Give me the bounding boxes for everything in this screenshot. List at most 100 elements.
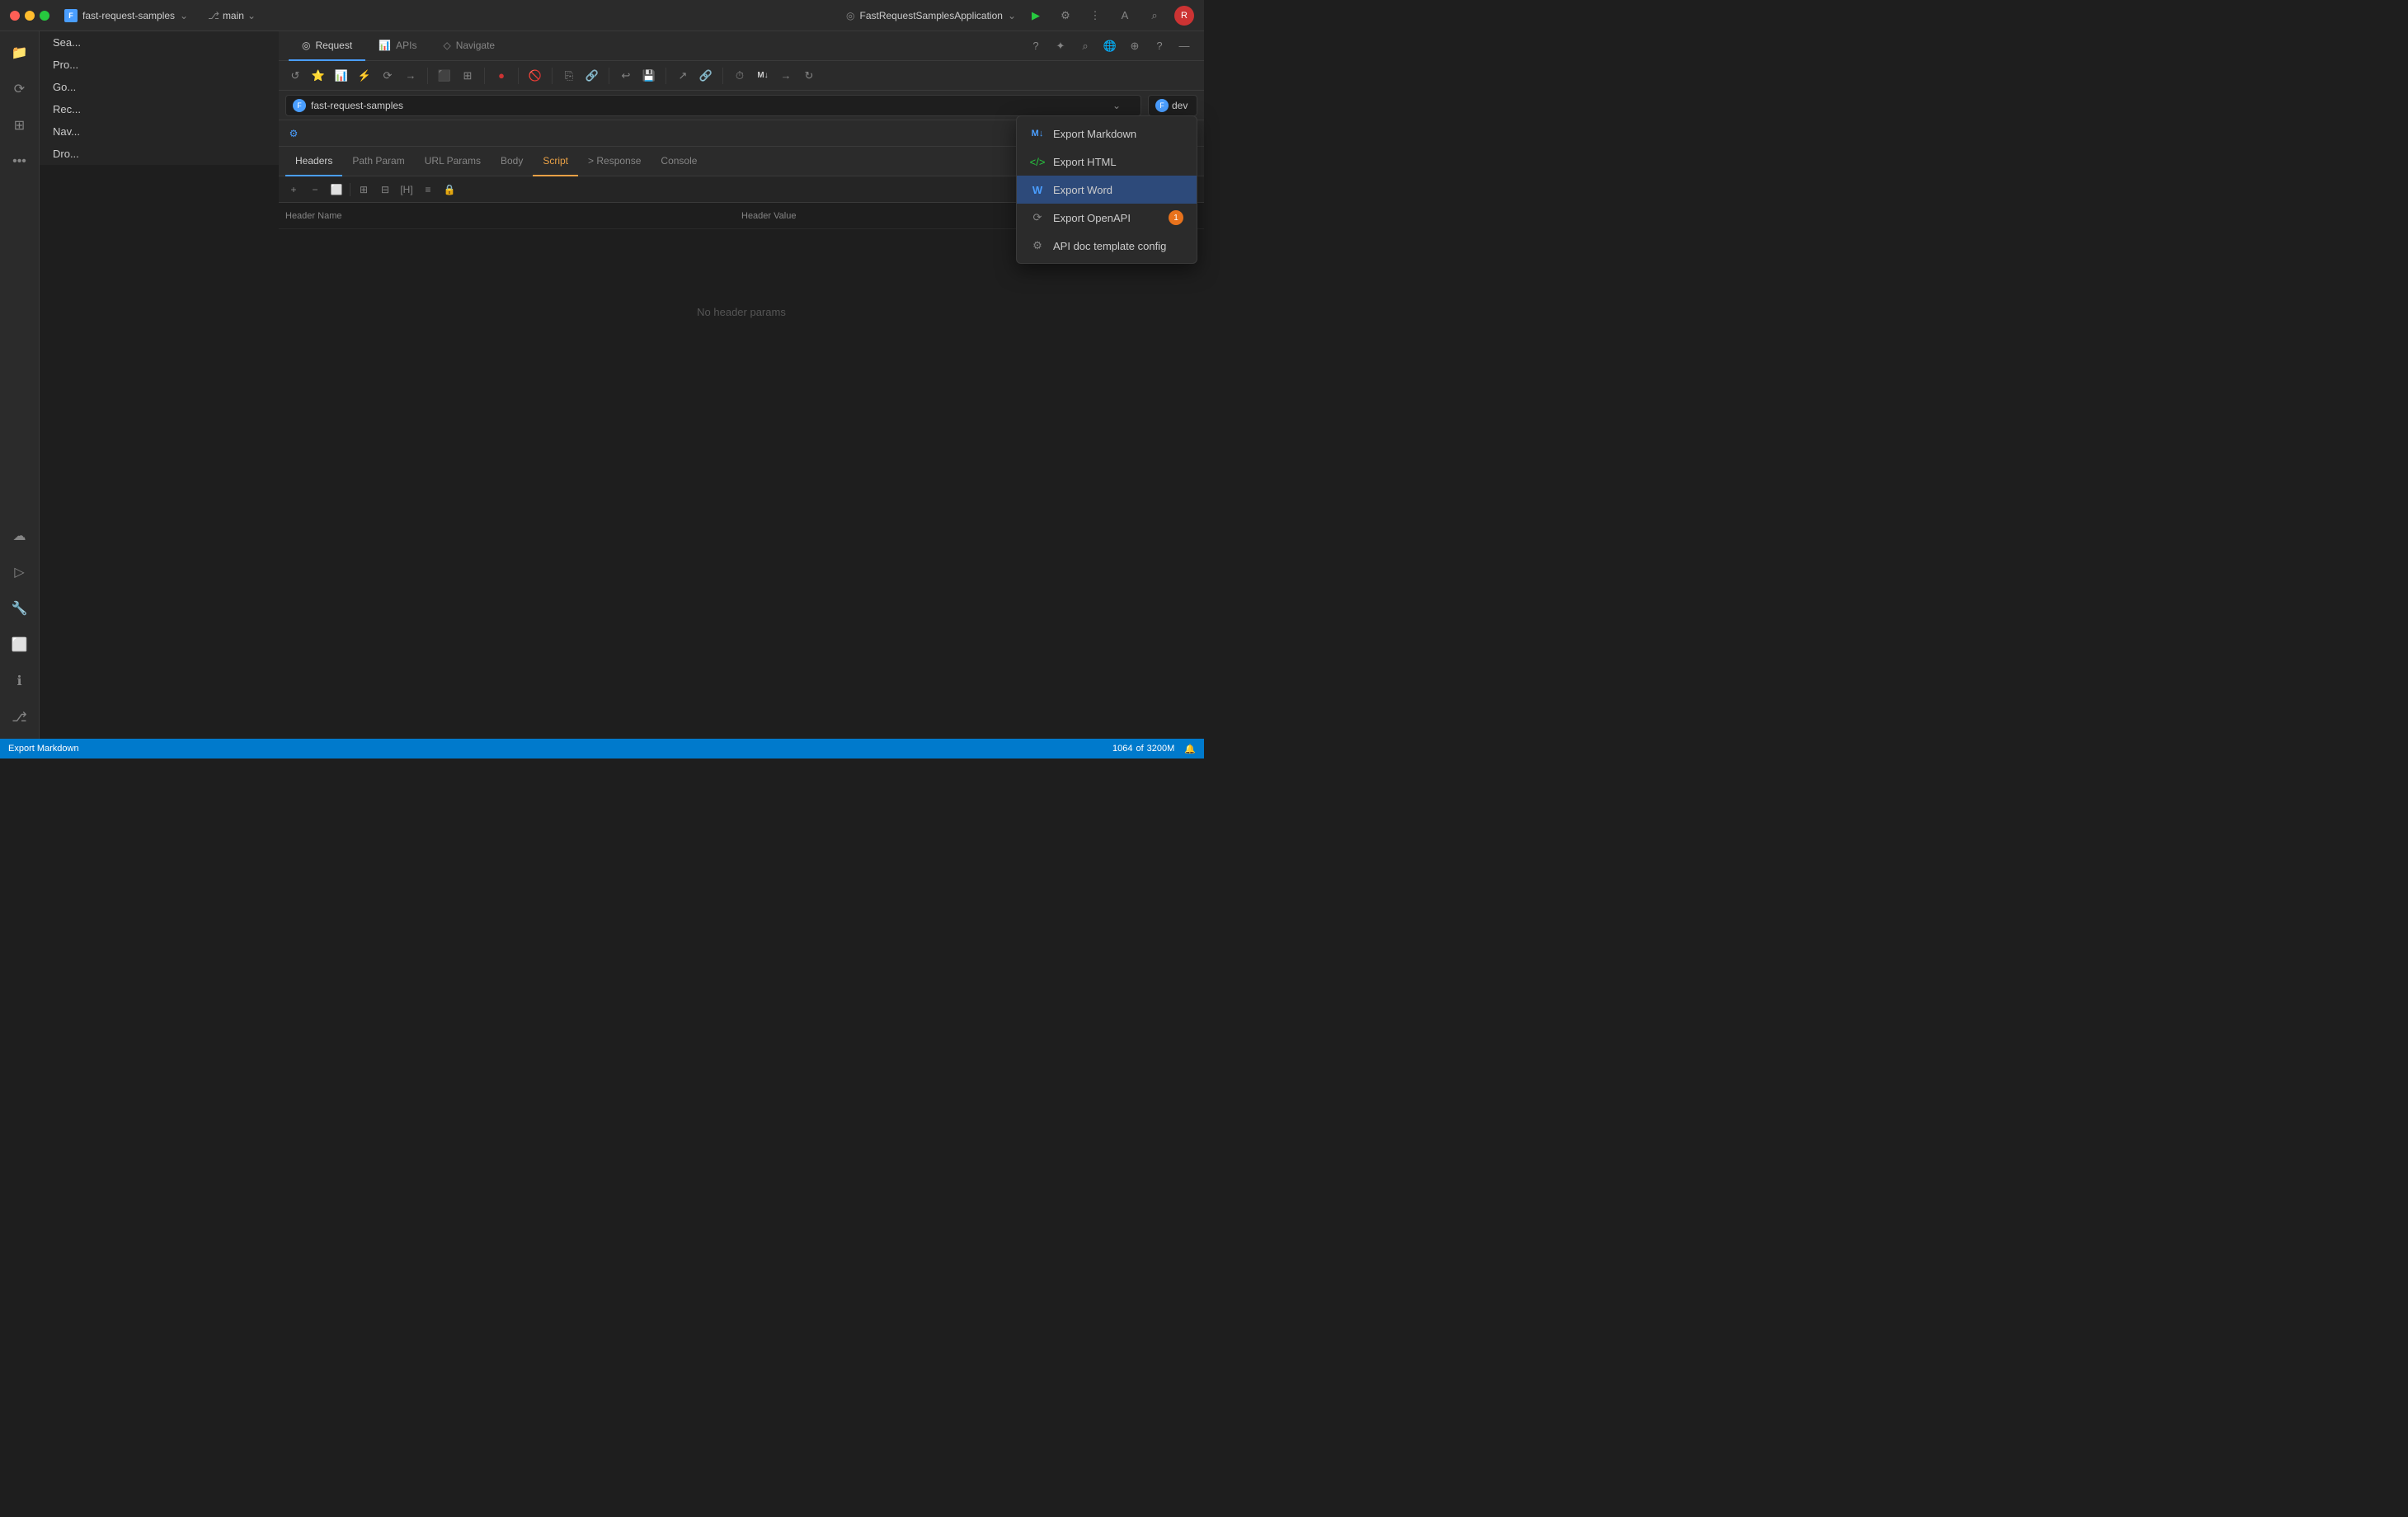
globe-icon[interactable]: 🌐: [1100, 36, 1120, 56]
align-icon[interactable]: ≡: [420, 181, 436, 198]
tab-response[interactable]: > Response: [578, 147, 651, 176]
extensions-icon[interactable]: ⊞: [5, 110, 35, 140]
tab-url-params[interactable]: URL Params: [415, 147, 491, 176]
app-chevron[interactable]: ⌄: [1008, 10, 1016, 21]
lightning-icon[interactable]: ⚡: [355, 66, 374, 86]
status-export-text: Export Markdown: [8, 744, 79, 754]
tab-body[interactable]: Body: [491, 147, 533, 176]
help2-icon[interactable]: ?: [1150, 36, 1169, 56]
project-chevron[interactable]: ⌄: [180, 10, 188, 21]
close-button[interactable]: [10, 11, 20, 21]
link-icon[interactable]: 🔗: [582, 66, 602, 86]
grid-icon[interactable]: ⊞: [458, 66, 477, 86]
link2-icon[interactable]: 🔗: [696, 66, 716, 86]
search-icon2[interactable]: ⌕: [1075, 36, 1095, 56]
search-icon[interactable]: ⌕: [1145, 6, 1164, 26]
loop-icon[interactable]: ⟳: [378, 66, 397, 86]
status-right: 1064 of 3200M 🔔: [1112, 744, 1196, 754]
arrow-icon[interactable]: →: [401, 66, 421, 86]
sidebar-item-go[interactable]: Go...: [40, 76, 279, 98]
cloud-icon[interactable]: ☁: [5, 521, 35, 551]
play-icon[interactable]: ▷: [5, 557, 35, 587]
api-doc-template-item[interactable]: ⚙ API doc template config: [1017, 232, 1197, 260]
terminal-icon[interactable]: ⬜: [5, 630, 35, 660]
maximize-button[interactable]: [40, 11, 49, 21]
ban-icon[interactable]: 🚫: [525, 66, 545, 86]
main-layout: 📁 ⟳ ⊞ ••• ☁ ▷ 🔧 ⬜ ℹ ⎇ Sea... Pro... Go..…: [0, 31, 1204, 739]
tab-console[interactable]: Console: [651, 147, 707, 176]
lock-icon[interactable]: 🔒: [441, 181, 458, 198]
sidebar-item-rec[interactable]: Rec...: [40, 98, 279, 120]
translate-icon[interactable]: A: [1115, 6, 1135, 26]
stop-icon[interactable]: ⬛: [435, 66, 454, 86]
sep1: [427, 68, 428, 84]
columns-icon[interactable]: ⊞: [355, 181, 372, 198]
more-button[interactable]: ⋮: [1085, 6, 1105, 26]
layers-icon[interactable]: ⊕: [1125, 36, 1145, 56]
sidebar-item-pro[interactable]: Pro...: [40, 54, 279, 76]
branch-icon: ⎇: [208, 10, 219, 21]
status-export-label[interactable]: Export Markdown: [8, 744, 79, 754]
sidebar-item-dro[interactable]: Dro...: [40, 143, 279, 165]
arrow2-icon[interactable]: →: [776, 66, 796, 86]
sparkle-icon[interactable]: ✦: [1051, 36, 1070, 56]
profile-icon[interactable]: R: [1174, 6, 1194, 26]
copy-icon[interactable]: ⎘: [559, 66, 579, 86]
sidebar-item-nav[interactable]: Nav...: [40, 120, 279, 143]
md-icon[interactable]: M↓: [753, 66, 773, 86]
sidebar-item-search[interactable]: Sea...: [40, 31, 279, 54]
info-icon[interactable]: ℹ: [5, 666, 35, 696]
sep4: [552, 68, 553, 84]
tab-path-param[interactable]: Path Param: [342, 147, 414, 176]
export-html-label: Export HTML: [1053, 156, 1117, 168]
grid2-icon[interactable]: ⊟: [377, 181, 393, 198]
run-button[interactable]: ▶: [1026, 6, 1046, 26]
project-label[interactable]: F fast-request-samples ⌄: [64, 9, 188, 22]
status-line[interactable]: 1064 of 3200M: [1112, 744, 1174, 754]
refresh-icon[interactable]: ↺: [285, 66, 305, 86]
refresh2-icon[interactable]: ↻: [799, 66, 819, 86]
status-notifications[interactable]: 🔔: [1184, 744, 1196, 754]
export-word-icon: W: [1030, 182, 1045, 197]
bell-icon: 🔔: [1184, 744, 1196, 754]
source-control-icon[interactable]: ⟳: [5, 74, 35, 104]
export-markdown-label: Export Markdown: [1053, 128, 1136, 140]
tab-script[interactable]: Script: [533, 147, 578, 176]
tool-icon[interactable]: 🔧: [5, 594, 35, 623]
explorer-icon[interactable]: 📁: [5, 38, 35, 68]
more-dots-icon[interactable]: •••: [5, 147, 35, 176]
timer-icon[interactable]: ⏱: [730, 66, 750, 86]
export-word-item[interactable]: W Export Word: [1017, 176, 1197, 204]
sep7: [722, 68, 723, 84]
export-dropdown-menu: M↓ Export Markdown </> Export HTML W Exp…: [1016, 115, 1197, 264]
chart-icon[interactable]: 📊: [332, 66, 351, 86]
remove-header-icon[interactable]: −: [307, 181, 323, 198]
tab-request[interactable]: ◎ Request: [289, 31, 365, 61]
add-header-icon[interactable]: +: [285, 181, 302, 198]
branch-chevron[interactable]: ⌄: [247, 10, 256, 21]
settings-icon[interactable]: ⚙: [1056, 6, 1075, 26]
minus-icon[interactable]: —: [1174, 36, 1194, 56]
star-icon[interactable]: ⭐: [308, 66, 328, 86]
minimize-button[interactable]: [25, 11, 35, 21]
export-html-item[interactable]: </> Export HTML: [1017, 148, 1197, 176]
help-icon[interactable]: ?: [1026, 36, 1046, 56]
env-selector[interactable]: F dev: [1148, 95, 1197, 116]
script-gear-icon[interactable]: ⚙: [285, 125, 302, 142]
branch-label[interactable]: ⎇ main ⌄: [208, 10, 256, 21]
tab-navigate[interactable]: ◇ Navigate: [430, 31, 508, 61]
api-doc-template-icon: ⚙: [1030, 238, 1045, 253]
export-openapi-item[interactable]: ⟳ Export OpenAPI 1: [1017, 204, 1197, 232]
square-icon[interactable]: ⬜: [328, 181, 345, 198]
color-icon[interactable]: ●: [491, 66, 511, 86]
undo-icon[interactable]: ↩: [616, 66, 636, 86]
tab-headers[interactable]: Headers: [285, 147, 342, 176]
brackets-icon[interactable]: [H]: [398, 181, 415, 198]
save-icon[interactable]: 💾: [639, 66, 659, 86]
git-icon[interactable]: ⎇: [5, 702, 35, 732]
tab-apis[interactable]: 📊 APIs: [365, 31, 430, 61]
export-icon[interactable]: ↗: [673, 66, 693, 86]
export-word-label: Export Word: [1053, 184, 1112, 196]
project-selector[interactable]: F fast-request-samples ⌄: [285, 95, 1141, 116]
export-markdown-item[interactable]: M↓ Export Markdown: [1017, 120, 1197, 148]
